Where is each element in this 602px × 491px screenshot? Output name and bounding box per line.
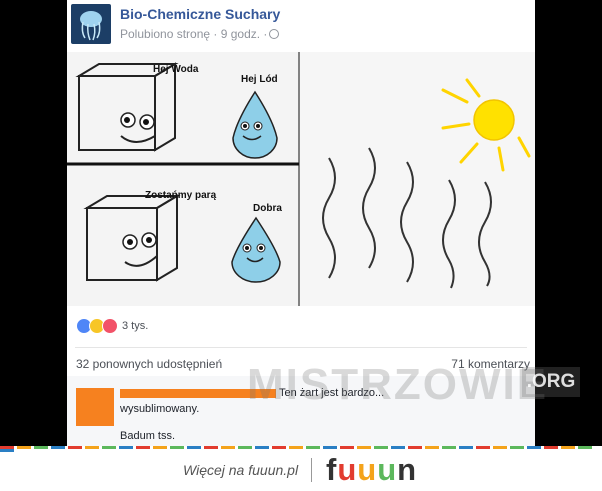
fuuun-footer: Więcej na fuuun.pl fuuun	[0, 446, 602, 491]
post-header: Bio-Chemiczne Suchary Polubiono stronę ·…	[67, 0, 535, 52]
page-avatar[interactable]	[71, 4, 111, 44]
fuuun-logo-letter: f	[326, 452, 338, 487]
strip-segment	[289, 446, 303, 449]
comic-text-zostanmy-para: Zostańmy parą	[145, 190, 217, 201]
comic-text-hej-lod: Hej Lód	[241, 74, 278, 85]
strip-segment	[391, 446, 405, 449]
strip-segment	[187, 446, 201, 449]
mistrzowie-watermark-org: .ORG	[522, 367, 580, 397]
post-image[interactable]: Hej Woda Hej Lód Zostańmy parą Dobra	[67, 52, 535, 306]
strip-segment	[544, 446, 558, 449]
strip-segment	[357, 446, 371, 449]
comic-text-dobra: Dobra	[253, 203, 282, 214]
fuuun-logo[interactable]: fuuun	[326, 452, 417, 488]
strip-segment	[425, 446, 439, 449]
post-meta: Polubiono stronę · 9 godz. ·	[120, 27, 280, 41]
strip-segment	[578, 446, 592, 449]
fuuun-logo-letter: u	[357, 452, 378, 487]
comic-panel-1: Hej Woda Hej Lód	[75, 62, 278, 159]
sun-icon	[473, 99, 515, 141]
comment-text-line-3: Badum tss.	[120, 430, 176, 442]
strip-segment	[459, 446, 473, 449]
strip-segment	[85, 446, 99, 449]
strip-segment	[527, 446, 541, 449]
shares-count-link[interactable]: 32 ponownych udostępnień	[76, 357, 222, 371]
love-icon	[102, 317, 118, 334]
comic-text-hej-woda: Hej Woda	[153, 64, 199, 75]
divider	[75, 347, 527, 348]
strip-segment	[119, 446, 133, 449]
strip-segment	[204, 446, 218, 449]
strip-segment	[561, 446, 575, 449]
strip-segment	[476, 446, 490, 449]
footer-link-text[interactable]: Więcej na fuuun.pl	[183, 462, 298, 478]
strip-segment	[136, 446, 150, 449]
strip-segment	[340, 446, 354, 449]
strip-segment	[238, 446, 252, 449]
strip-segment	[17, 446, 31, 449]
strip-segment	[272, 446, 286, 449]
strip-segment	[170, 446, 184, 449]
strip-segment	[102, 446, 116, 449]
strip-segment	[221, 446, 235, 449]
strip-segment	[34, 446, 48, 449]
page-name-link[interactable]: Bio-Chemiczne Suchary	[120, 6, 280, 22]
comic-drawing: Hej Woda Hej Lód Zostańmy parą Dobra	[67, 52, 535, 306]
fuuun-logo-letter: n	[397, 452, 418, 487]
strip-segment	[442, 446, 456, 449]
mistrzowie-watermark: MISTRZOWIE	[247, 360, 549, 409]
reactions-summary[interactable]: 3 tys.	[76, 317, 148, 334]
strip-segment	[68, 446, 82, 449]
strip-segment	[306, 446, 320, 449]
strip-segment	[51, 446, 65, 449]
censored-commenter-avatar	[76, 388, 114, 426]
footer-separator	[311, 458, 312, 482]
strip-segment	[493, 446, 507, 449]
comment-text-line-2: wysublimowany.	[120, 403, 200, 415]
strip-segment	[323, 446, 337, 449]
reactions-count[interactable]: 3 tys.	[122, 320, 148, 332]
globe-icon	[269, 29, 280, 39]
colored-strip	[0, 446, 602, 452]
facebook-post: Bio-Chemiczne Suchary Polubiono stronę ·…	[67, 0, 580, 446]
fuuun-logo-letter: u	[377, 452, 398, 487]
fuuun-logo-letter: u	[337, 452, 358, 487]
comic-panel-3	[300, 52, 535, 306]
strip-segment	[0, 449, 14, 452]
post-meta-text: Polubiono stronę · 9 godz. ·	[120, 27, 268, 41]
strip-segment	[153, 446, 167, 449]
strip-segment	[255, 446, 269, 449]
strip-segment	[374, 446, 388, 449]
strip-segment	[510, 446, 524, 449]
strip-segment	[408, 446, 422, 449]
jellyfish-icon	[80, 11, 102, 41]
comic-panel-2: Zostańmy parą Dobra	[83, 190, 282, 283]
